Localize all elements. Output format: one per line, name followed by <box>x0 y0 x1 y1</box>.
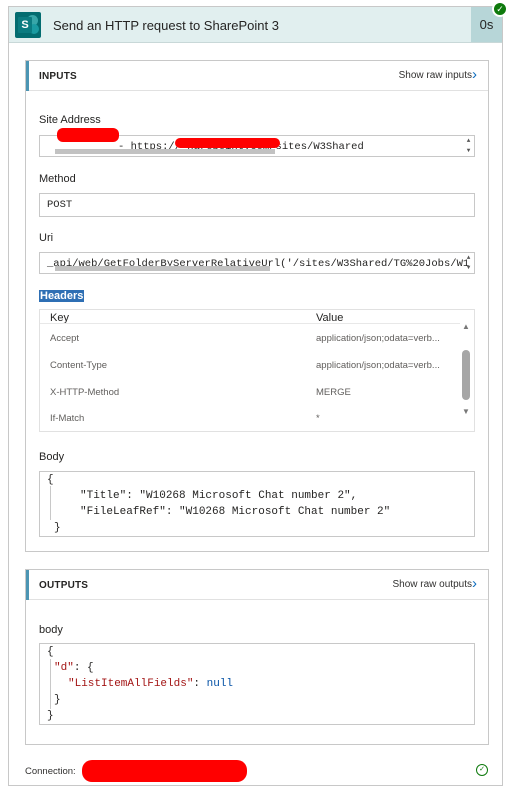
redaction-mark <box>82 760 247 782</box>
code-line: "FileLeafRef": "W10268 Microsoft Chat nu… <box>80 506 391 518</box>
redaction-mark <box>175 138 280 148</box>
uri-label: Uri <box>39 232 54 244</box>
code-line: "d": { <box>54 662 94 674</box>
show-raw-outputs-link[interactable]: Show raw outputs <box>393 579 473 590</box>
scroll-down-icon[interactable]: ▼ <box>465 265 472 271</box>
header-value: * <box>316 413 320 424</box>
redaction-mark <box>57 128 119 142</box>
header-value: application/json;odata=verb... <box>316 360 440 371</box>
header-value: application/json;odata=verb... <box>316 333 440 344</box>
code-line: { <box>47 646 54 658</box>
action-card: S Send an HTTP request to SharePoint 3 0… <box>8 1 508 786</box>
method-value: POST <box>47 199 73 211</box>
show-raw-inputs-link[interactable]: Show raw inputs <box>399 70 472 81</box>
vertical-scrollbar[interactable] <box>462 350 470 400</box>
header-value: MERGE <box>316 387 351 398</box>
scroll-up-icon[interactable]: ▲ <box>465 255 472 261</box>
output-body-code-box[interactable]: { "d": { "ListItemAllFields": null } } <box>39 643 475 725</box>
scroll-down-icon[interactable]: ▼ <box>461 408 471 416</box>
method-label: Method <box>39 173 76 185</box>
code-line: "ListItemAllFields": null <box>68 678 234 690</box>
inputs-title: INPUTS <box>39 71 77 82</box>
horizontal-scrollbar[interactable] <box>55 149 275 154</box>
outputs-header: OUTPUTS Show raw outputs › <box>26 570 488 600</box>
uri-field[interactable]: _api/web/GetFolderByServerRelativeUrl('/… <box>39 252 475 274</box>
checkmark-icon: ✓ <box>492 1 508 17</box>
chevron-right-icon[interactable]: › <box>472 576 484 592</box>
sharepoint-icon: S <box>15 12 41 38</box>
scroll-down-icon[interactable]: ▼ <box>465 148 472 154</box>
horizontal-scrollbar[interactable] <box>55 266 270 271</box>
method-field[interactable]: POST <box>39 193 475 217</box>
connection-label: Connection: <box>25 766 76 777</box>
code-line: "Title": "W10268 Microsoft Chat number 2… <box>80 490 358 502</box>
headers-label: Headers <box>39 290 85 302</box>
header-key: If-Match <box>50 413 85 424</box>
body-label: Body <box>39 451 65 463</box>
site-address-label: Site Address <box>39 114 101 126</box>
chevron-right-icon[interactable]: › <box>472 67 484 83</box>
inputs-header: INPUTS Show raw inputs › <box>26 61 488 91</box>
action-header[interactable]: S Send an HTTP request to SharePoint 3 0… <box>9 1 508 43</box>
output-body-label: body <box>39 624 63 636</box>
code-line: } <box>47 710 54 722</box>
header-key: Content-Type <box>50 360 108 371</box>
check-circle-icon: ✓ <box>476 764 488 776</box>
headers-table: Key Value Accept application/json;odata=… <box>39 309 475 432</box>
outputs-section: OUTPUTS Show raw outputs › body { "d": {… <box>25 569 489 745</box>
code-line: } <box>54 694 61 706</box>
scroll-up-icon[interactable]: ▲ <box>465 138 472 144</box>
header-key: X-HTTP-Method <box>50 387 120 398</box>
code-line: { <box>47 474 54 486</box>
body-code-box[interactable]: { "Title": "W10268 Microsoft Chat number… <box>39 471 475 537</box>
header-key: Accept <box>50 333 80 344</box>
outputs-title: OUTPUTS <box>39 580 89 591</box>
code-line: } <box>54 522 61 534</box>
action-title: Send an HTTP request to SharePoint 3 <box>53 18 279 33</box>
scroll-up-icon[interactable]: ▲ <box>461 323 471 331</box>
